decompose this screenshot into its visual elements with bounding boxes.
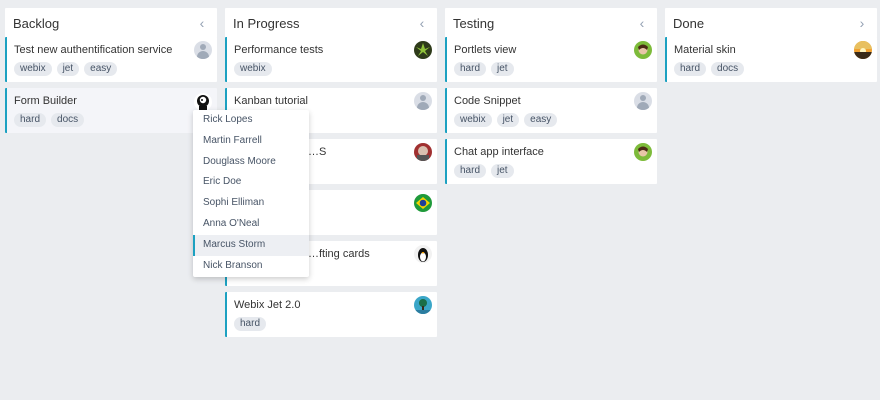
user-avatar-icon[interactable] [854, 41, 872, 59]
column-header: In Progress ‹ [225, 8, 437, 38]
user-avatar-icon[interactable] [414, 143, 432, 161]
kanban-card[interactable]: Test new authentification service webix … [5, 37, 217, 82]
column-backlog: Backlog ‹ Test new authentification serv… [5, 0, 217, 133]
tag: jet [56, 62, 80, 76]
kanban-card[interactable]: Webix Jet 2.0 hard [225, 292, 437, 337]
dropdown-option[interactable]: Douglass Moore [193, 152, 309, 173]
tag: hard [454, 62, 487, 76]
column-header: Done › [665, 8, 877, 38]
tag: hard [14, 113, 47, 127]
column-done: Done › Material skin hard docs [665, 0, 877, 82]
kanban-card[interactable]: Code Snippet webix jet easy [445, 88, 657, 133]
kanban-card[interactable]: Performance tests webix [225, 37, 437, 82]
chevron-right-icon[interactable]: › [855, 16, 869, 30]
column-title: Testing [453, 15, 495, 31]
user-avatar-icon[interactable] [414, 194, 432, 212]
tag: hard [674, 62, 707, 76]
card-title: Material skin [674, 44, 736, 56]
card-title: Portlets view [454, 44, 517, 56]
dropdown-option[interactable]: Eric Doe [193, 172, 309, 193]
card-title: Chat app interface [454, 146, 544, 158]
user-avatar-icon[interactable] [414, 92, 432, 110]
chevron-left-icon[interactable]: ‹ [635, 16, 649, 30]
user-avatar-icon[interactable] [634, 143, 652, 161]
tag: hard [234, 317, 267, 331]
tag: webix [454, 113, 492, 127]
user-avatar-icon[interactable] [194, 93, 212, 111]
tag: jet [491, 164, 514, 178]
column-header: Testing ‹ [445, 8, 657, 38]
column-title: Backlog [13, 15, 60, 31]
tag: hard [454, 164, 487, 178]
card-title: Code Snippet [454, 95, 521, 107]
kanban-card[interactable]: Portlets view hard jet [445, 37, 657, 82]
user-avatar-icon[interactable] [194, 41, 212, 59]
kanban-board: Backlog ‹ Test new authentification serv… [0, 0, 880, 400]
dropdown-option[interactable]: Martin Farrell [193, 131, 309, 152]
column-header: Backlog ‹ [5, 8, 217, 38]
card-title: Form Builder [14, 95, 77, 107]
card-title: Performance tests [234, 44, 324, 56]
column-testing: Testing ‹ Portlets view hard jet Code Sn… [445, 0, 657, 184]
user-avatar-icon[interactable] [414, 245, 432, 263]
user-avatar-icon[interactable] [634, 41, 652, 59]
dropdown-option[interactable]: Sophi Elliman [193, 193, 309, 214]
card-title: Test new authentification service [14, 44, 173, 56]
kanban-card[interactable]: Material skin hard docs [665, 37, 877, 82]
chevron-left-icon[interactable]: ‹ [415, 16, 429, 30]
tag: webix [14, 62, 52, 76]
tag: webix [234, 62, 272, 76]
column-title: Done [673, 15, 705, 31]
tag: docs [711, 62, 745, 76]
kanban-card[interactable]: Chat app interface hard jet [445, 139, 657, 184]
dropdown-option[interactable]: Nick Branson [193, 256, 309, 277]
dropdown-option-highlighted[interactable]: Marcus Storm [193, 234, 309, 256]
card-title: Kanban tutorial [234, 95, 308, 107]
column-in-progress: In Progress ‹ Performance tests webix Ka… [225, 0, 437, 337]
column-title: In Progress [233, 15, 300, 31]
chevron-left-icon[interactable]: ‹ [195, 16, 209, 30]
tag: easy [524, 113, 558, 127]
kanban-card[interactable]: Form Builder hard docs [5, 88, 217, 133]
dropdown-option[interactable]: Rick Lopes [193, 110, 309, 131]
assignee-dropdown: Rick Lopes Martin Farrell Douglass Moore… [193, 110, 309, 277]
tag: jet [496, 113, 520, 127]
user-avatar-icon[interactable] [634, 92, 652, 110]
tag: easy [84, 62, 118, 76]
tag: jet [491, 62, 514, 76]
tag: docs [51, 113, 85, 127]
dropdown-option[interactable]: Anna O'Neal [193, 214, 309, 235]
user-avatar-icon[interactable] [414, 296, 432, 314]
card-title: Webix Jet 2.0 [234, 299, 301, 311]
user-avatar-icon[interactable] [414, 41, 432, 59]
